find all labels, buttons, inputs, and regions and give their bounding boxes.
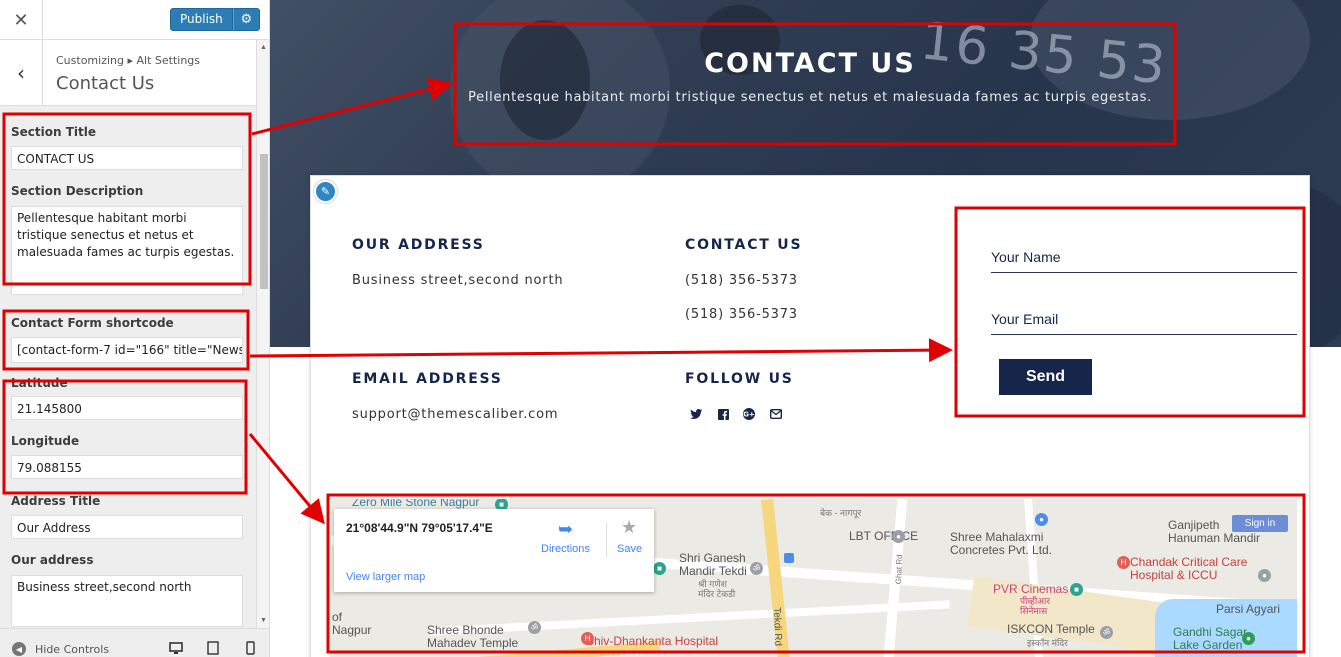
tablet-icon[interactable] <box>205 641 221 655</box>
contact-heading: CONTACT US <box>685 237 803 253</box>
longitude-label: Longitude <box>11 434 80 448</box>
contact-card: ✎ OUR ADDRESS Business street,second nor… <box>310 175 1310 657</box>
map-card-divider <box>606 523 607 557</box>
our-address-label: Our address <box>11 553 94 567</box>
address-heading: OUR ADDRESS <box>352 237 485 253</box>
section-title-input[interactable]: CONTACT US <box>11 146 243 170</box>
customizer-footer: ◀ Hide Controls <box>0 628 269 657</box>
latitude-label: Latitude <box>11 376 68 390</box>
address-text: Business street,second north <box>352 273 564 288</box>
google-map[interactable]: Zero Mile Stone Nagpur बेक - नागपूर LBT … <box>330 499 1297 657</box>
address-title-label: Address Title <box>11 494 101 508</box>
longitude-input[interactable]: 79.088155 <box>11 455 243 479</box>
park-pin-icon[interactable]: ● <box>1242 632 1255 645</box>
desktop-icon[interactable] <box>168 641 184 655</box>
map-place-label: PVR Cinemas <box>993 582 1069 596</box>
our-address-textarea[interactable]: Business street,second north <box>11 575 243 627</box>
map-pin-icon[interactable]: ■ <box>653 562 666 575</box>
panel-header: ‹ Customizing ▸ Alt Settings Contact Us <box>0 40 256 106</box>
temple-pin-icon[interactable]: ॐ <box>1100 626 1113 639</box>
hide-controls-button[interactable]: ◀ Hide Controls <box>12 642 109 656</box>
send-button[interactable]: Send <box>999 359 1092 395</box>
map-place-label: Parsi Agyari <box>1216 602 1281 616</box>
facebook-icon[interactable] <box>716 407 730 421</box>
section-title-label: Section Title <box>11 125 96 139</box>
map-place-label: Gandhi Sagar Lake Garden <box>1173 625 1248 652</box>
transit-pin-icon[interactable] <box>784 553 794 563</box>
map-pin-icon[interactable]: ● <box>892 530 905 543</box>
site-preview: 16 35 53 CONTACT US Pellentesque habitan… <box>270 0 1341 657</box>
map-pin-icon[interactable]: ● <box>1258 569 1271 582</box>
hospital-pin-icon[interactable]: H <box>581 632 594 645</box>
map-place-label: Zero Mile Stone Nagpur <box>352 499 480 509</box>
name-placeholder: Your Name <box>991 249 1061 265</box>
twitter-icon[interactable] <box>689 407 703 421</box>
map-place-label: Shree Mahalaxmi Concretes Pvt. Ltd. <box>950 530 1053 557</box>
map-info-card: 21°08'44.9"N 79°05'17.4"E ➥ Directions ★… <box>334 509 654 592</box>
map-place-label: बेक - नागपूर <box>820 508 862 518</box>
latitude-input[interactable]: 21.145800 <box>11 396 243 420</box>
map-pin-icon[interactable]: ● <box>1035 513 1048 526</box>
map-place-label: Shri Ganesh Mandir Tekdi <box>679 551 747 578</box>
customizer-topbar: ✕ Publish ⚙ <box>0 0 269 40</box>
email-icon[interactable] <box>769 407 783 421</box>
map-road-label: Ghat Rd <box>893 554 905 585</box>
map-place-label: इस्कॉन मंदिर <box>1027 638 1068 648</box>
map-pin-icon[interactable]: ■ <box>1070 583 1083 596</box>
gear-icon[interactable]: ⚙ <box>232 8 260 31</box>
view-larger-map-link[interactable]: View larger map <box>346 571 425 583</box>
publish-group: Publish ⚙ <box>170 8 260 31</box>
email-placeholder: Your Email <box>991 311 1059 327</box>
map-sign-in-label: Sign in <box>1244 518 1276 529</box>
phone-1: (518) 356-5373 <box>685 273 798 288</box>
email-text: support@themescaliber.com <box>352 407 559 422</box>
temple-pin-icon[interactable]: ॐ <box>528 621 541 634</box>
temple-pin-icon[interactable]: ॐ <box>750 562 763 575</box>
scroll-down-icon[interactable]: ▼ <box>260 617 267 624</box>
scroll-up-icon[interactable]: ▲ <box>260 44 267 51</box>
section-description-textarea[interactable]: Pellentesque habitant morbi tristique se… <box>11 206 243 295</box>
close-icon[interactable]: ✕ <box>0 0 43 40</box>
email-field[interactable]: Your Email <box>991 301 1297 335</box>
google-plus-icon[interactable]: G+ <box>742 407 756 421</box>
map-road-label: Tekdi Rd <box>771 607 784 647</box>
address-title-input[interactable]: Our Address <box>11 515 243 539</box>
map-place-label: श्री गणेश मंदिर टेकडी <box>698 579 736 599</box>
publish-button[interactable]: Publish <box>170 8 233 31</box>
email-heading: EMAIL ADDRESS <box>352 371 503 387</box>
map-coordinates: 21°08'44.9"N 79°05'17.4"E <box>346 521 493 535</box>
map-place-label: of Nagpur <box>332 610 372 637</box>
chevron-left-icon[interactable]: ‹ <box>0 40 43 106</box>
hide-controls-label: Hide Controls <box>35 642 110 656</box>
shortcode-input[interactable]: [contact-form-7 id="166" title="Newsle <box>11 337 243 363</box>
save-link[interactable]: Save <box>617 543 642 555</box>
map-sign-in-button[interactable]: Sign in <box>1232 515 1288 532</box>
hero-title: CONTACT US <box>704 48 916 79</box>
map-place-label: Shree Bhonde Mahadev Temple <box>427 623 519 650</box>
follow-heading: FOLLOW US <box>685 371 794 387</box>
map-place-label: LBT OFFICE <box>849 529 919 543</box>
map-place-label: पीव्हीआर सिनेमास <box>1020 596 1051 616</box>
svg-text:G+: G+ <box>743 411 755 419</box>
directions-link[interactable]: Directions <box>541 543 590 555</box>
name-field[interactable]: Your Name <box>991 239 1297 273</box>
hospital-pin-icon[interactable]: H <box>1117 556 1130 569</box>
collapse-icon: ◀ <box>12 642 26 656</box>
directions-icon[interactable]: ➥ <box>558 519 576 540</box>
edit-pencil-icon[interactable]: ✎ <box>314 180 337 203</box>
section-description-label: Section Description <box>11 184 144 198</box>
sidebar-scrollbar[interactable]: ▲ ▼ <box>256 40 269 628</box>
map-place-label: Shiv-Dhankanta Hospital <box>586 634 719 648</box>
shortcode-label: Contact Form shortcode <box>11 316 174 330</box>
hero-description: Pellentesque habitant morbi tristique se… <box>468 90 1152 105</box>
phone-2: (518) 356-5373 <box>685 307 798 322</box>
panel-title: Contact Us <box>56 73 155 94</box>
mobile-icon[interactable] <box>242 641 258 655</box>
map-place-label: ISKCON Temple <box>1007 622 1095 636</box>
map-place-label: Chandak Critical Care Hospital & ICCU <box>1130 555 1248 582</box>
scroll-thumb[interactable] <box>260 154 268 289</box>
star-icon[interactable]: ★ <box>621 517 637 538</box>
customizer-sidebar: ✕ Publish ⚙ ‹ Customizing ▸ Alt Settings… <box>0 0 270 657</box>
breadcrumb: Customizing ▸ Alt Settings <box>56 54 201 67</box>
